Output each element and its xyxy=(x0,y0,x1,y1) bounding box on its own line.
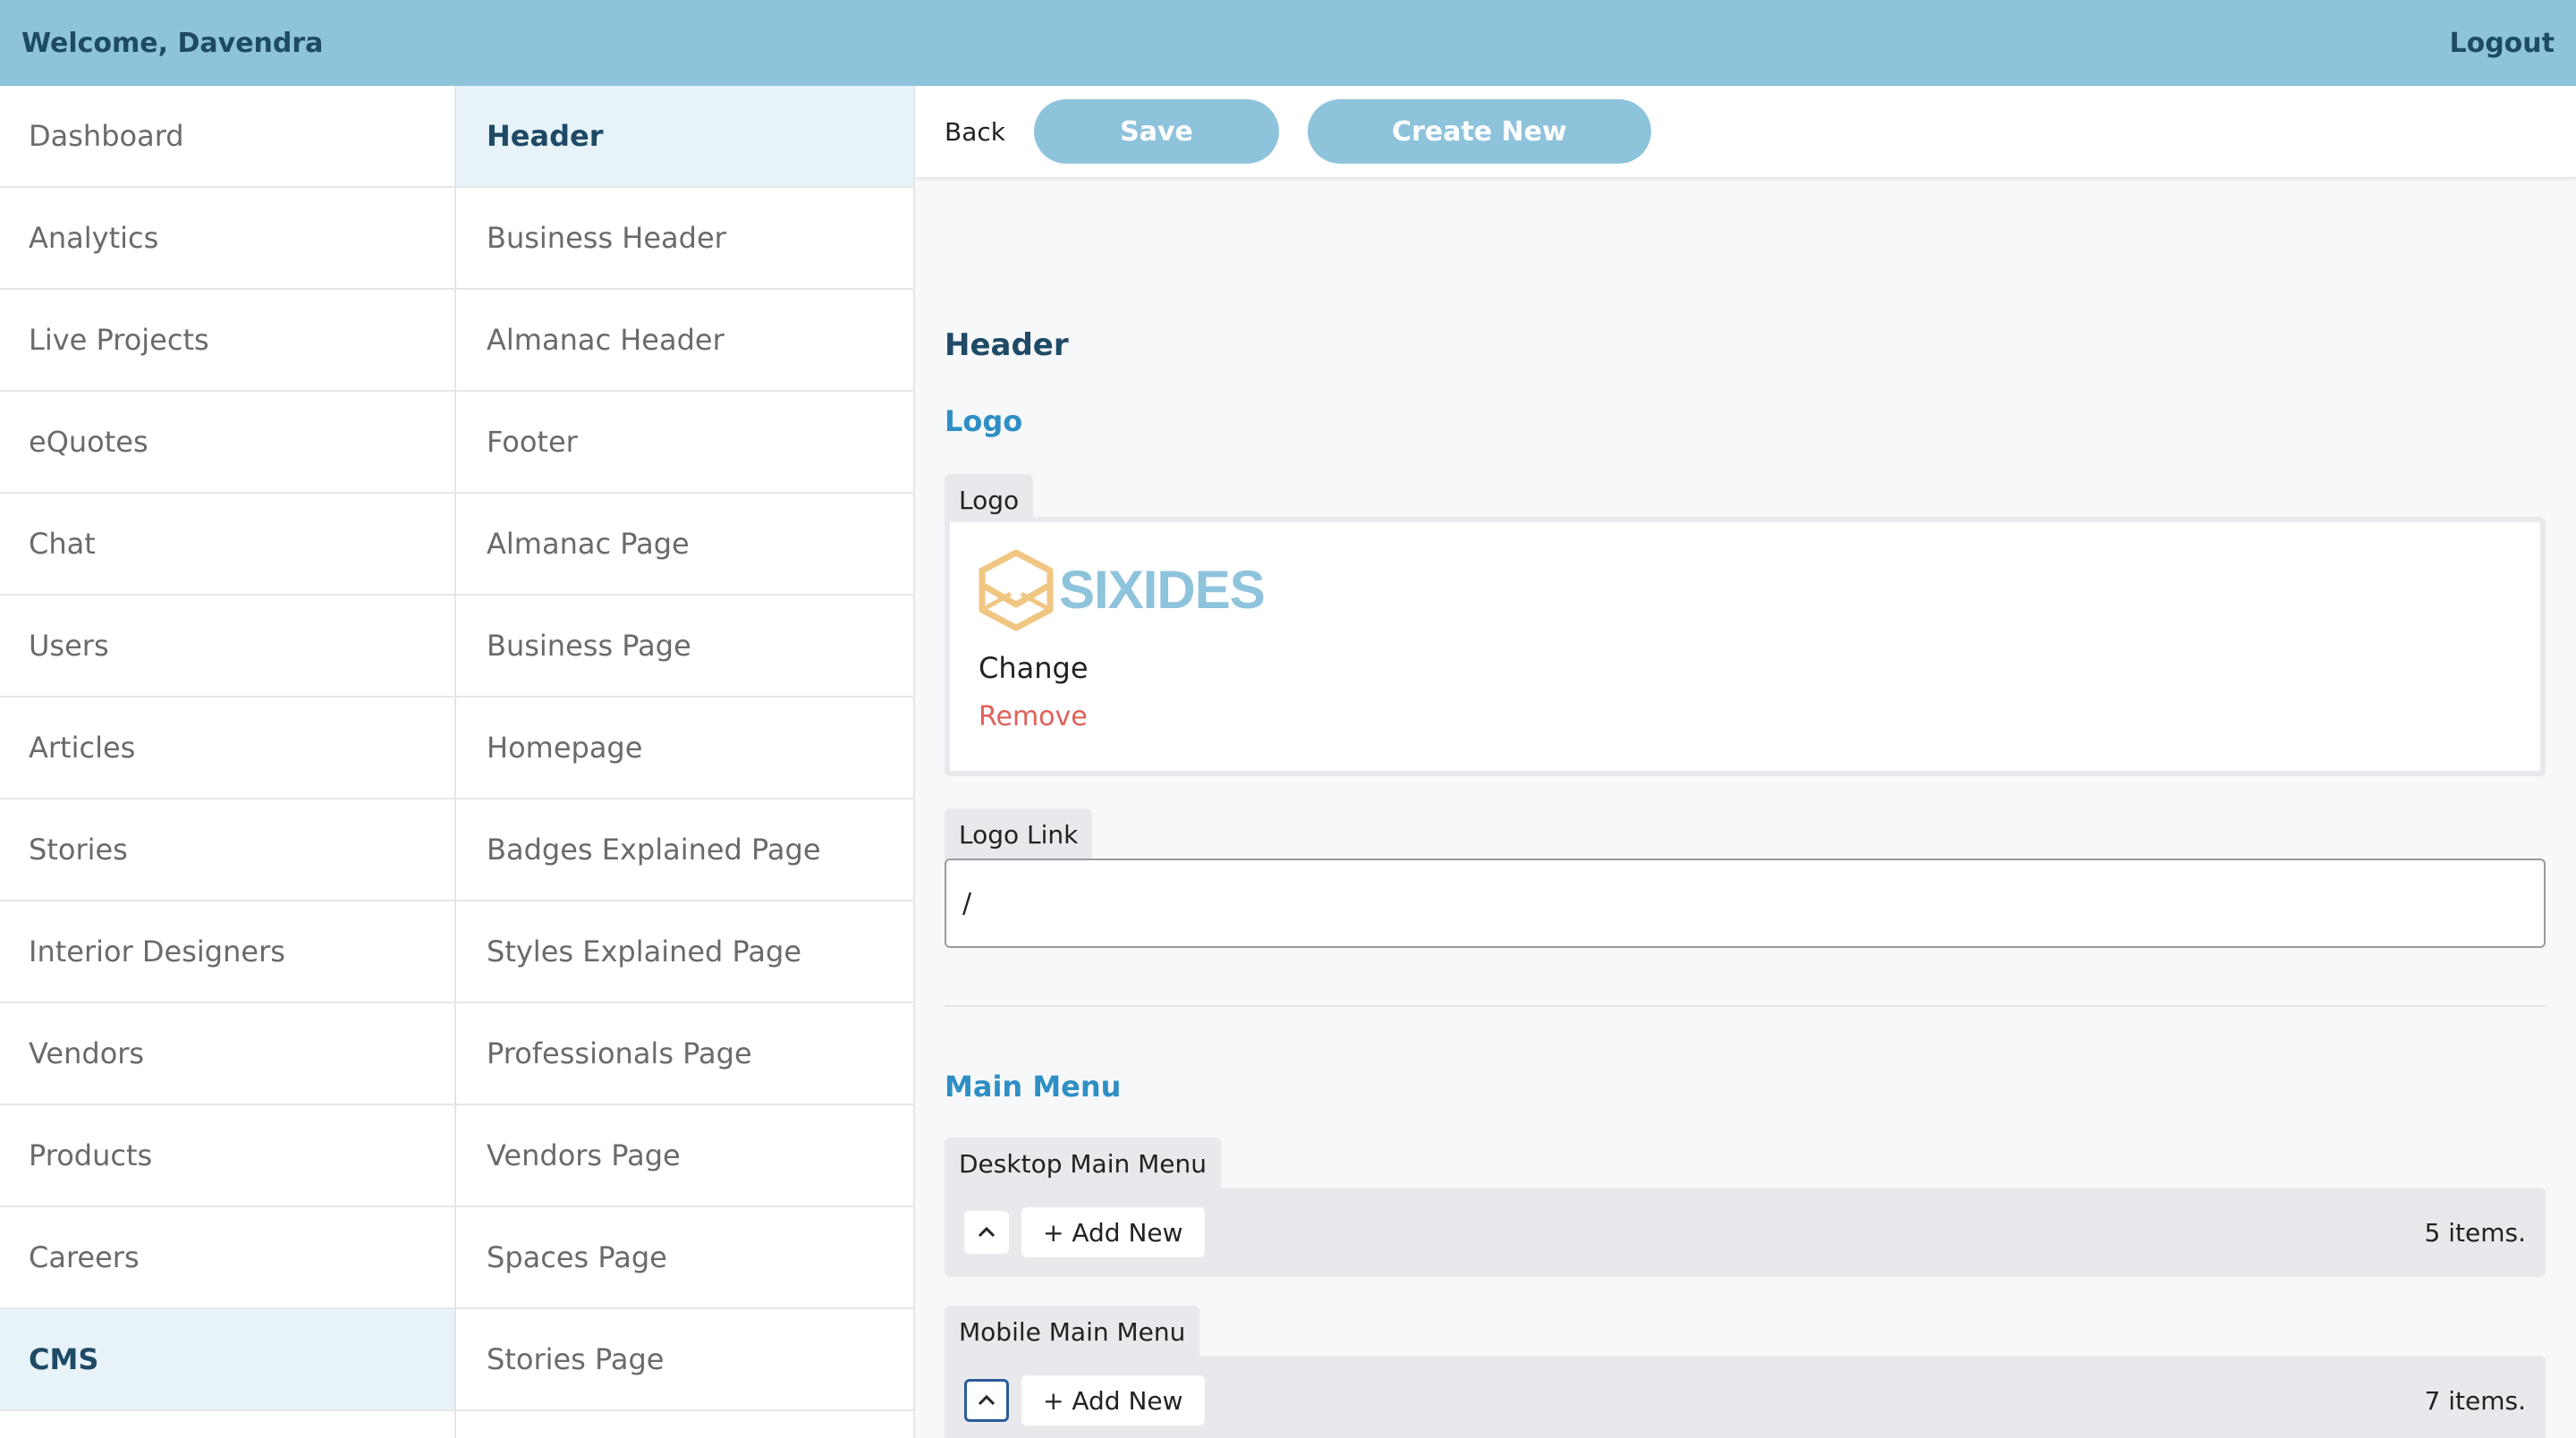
main-menu-section-title: Main Menu xyxy=(945,1070,1122,1104)
logo-section-title: Logo xyxy=(945,404,1023,438)
logo-upload-box: SIXIDES Change Remove xyxy=(945,517,2546,776)
sidebar-item-vendors[interactable]: Vendors xyxy=(0,1003,454,1105)
sidebar-item-dashboard[interactable]: Dashboard xyxy=(0,86,454,188)
top-bar: Welcome, Davendra Logout xyxy=(0,0,2576,86)
cms-item-vendors-page[interactable]: Vendors Page xyxy=(456,1105,913,1207)
primary-nav: Dashboard Analytics Live Projects eQuotes Ch… xyxy=(0,86,456,1438)
sidebar-item-cms[interactable]: CMS xyxy=(0,1309,454,1411)
back-button[interactable]: Back xyxy=(945,117,1005,147)
sidebar-item-articles[interactable]: Articles xyxy=(0,698,454,799)
logo-change-link[interactable]: Change xyxy=(979,651,1089,685)
logout-link[interactable]: Logout xyxy=(2449,28,2555,59)
mobile-menu-label: Mobile Main Menu xyxy=(945,1306,1200,1358)
sidebar-item-products[interactable]: Products xyxy=(0,1105,454,1207)
svg-text:SIXIDES: SIXIDES xyxy=(1059,560,1265,620)
main-panel: Back Save Create New Header Logo Logo SI… xyxy=(915,86,2576,1438)
cms-item-homepage[interactable]: Homepage xyxy=(456,698,913,799)
logo-remove-link[interactable]: Remove xyxy=(979,701,1088,732)
mobile-item-count: 7 items. xyxy=(2424,1385,2526,1416)
cms-item-almanac-header[interactable]: Almanac Header xyxy=(456,290,913,392)
chevron-up-icon xyxy=(978,1226,996,1238)
chevron-up-icon xyxy=(978,1394,996,1406)
toolbar: Back Save Create New xyxy=(915,86,2576,179)
cms-item-professionals-page[interactable]: Professionals Page xyxy=(456,1003,913,1105)
desktop-item-count: 5 items. xyxy=(2424,1217,2526,1248)
mobile-menu-bar: + Add New 7 items. xyxy=(945,1356,2546,1438)
cms-item-business-header[interactable]: Business Header xyxy=(456,188,913,290)
cms-item-badges-explained-page[interactable]: Badges Explained Page xyxy=(456,799,913,901)
sidebar-item-chat[interactable]: Chat xyxy=(0,494,454,596)
sidebar-item-analytics[interactable]: Analytics xyxy=(0,188,454,290)
desktop-menu-bar: + Add New 5 items. xyxy=(945,1188,2546,1277)
desktop-add-new-button[interactable]: + Add New xyxy=(1021,1207,1205,1257)
sidebar-item-stories[interactable]: Stories xyxy=(0,799,454,901)
sidebar-item-interior-designers[interactable]: Interior Designers xyxy=(0,901,454,1003)
cms-item-business-page[interactable]: Business Page xyxy=(456,596,913,698)
desktop-collapse-button[interactable] xyxy=(964,1211,1009,1254)
save-button[interactable]: Save xyxy=(1033,99,1279,164)
cms-item-header[interactable]: Header xyxy=(456,86,913,188)
page-title: Header xyxy=(945,327,1069,363)
mobile-collapse-button[interactable] xyxy=(964,1379,1009,1422)
logo-link-label: Logo Link xyxy=(945,808,1093,860)
sidebar-item-users[interactable]: Users xyxy=(0,596,454,698)
create-new-button[interactable]: Create New xyxy=(1307,99,1651,164)
cms-item-almanac-page[interactable]: Almanac Page xyxy=(456,494,913,596)
hexagon-envelope-icon xyxy=(979,549,1054,631)
sidebar-item-equotes[interactable]: eQuotes xyxy=(0,392,454,494)
cms-item-stories-page[interactable]: Stories Page xyxy=(456,1309,913,1411)
logo-link-input[interactable] xyxy=(945,859,2546,948)
cms-item-styles-explained-page[interactable]: Styles Explained Page xyxy=(456,901,913,1003)
mobile-add-new-button[interactable]: + Add New xyxy=(1021,1375,1205,1425)
desktop-menu-label: Desktop Main Menu xyxy=(945,1138,1221,1189)
cms-item-footer[interactable]: Footer xyxy=(456,392,913,494)
sidebar-item-live-projects[interactable]: Live Projects xyxy=(0,290,454,392)
sidebar-item-careers[interactable]: Careers xyxy=(0,1207,454,1309)
secondary-nav: Header Business Header Almanac Header Foote… xyxy=(456,86,915,1438)
sixides-logo: SIXIDES xyxy=(979,549,1266,631)
section-divider xyxy=(945,1005,2546,1007)
cms-item-spaces-page[interactable]: Spaces Page xyxy=(456,1207,913,1309)
welcome-text: Welcome, Davendra xyxy=(21,27,324,59)
